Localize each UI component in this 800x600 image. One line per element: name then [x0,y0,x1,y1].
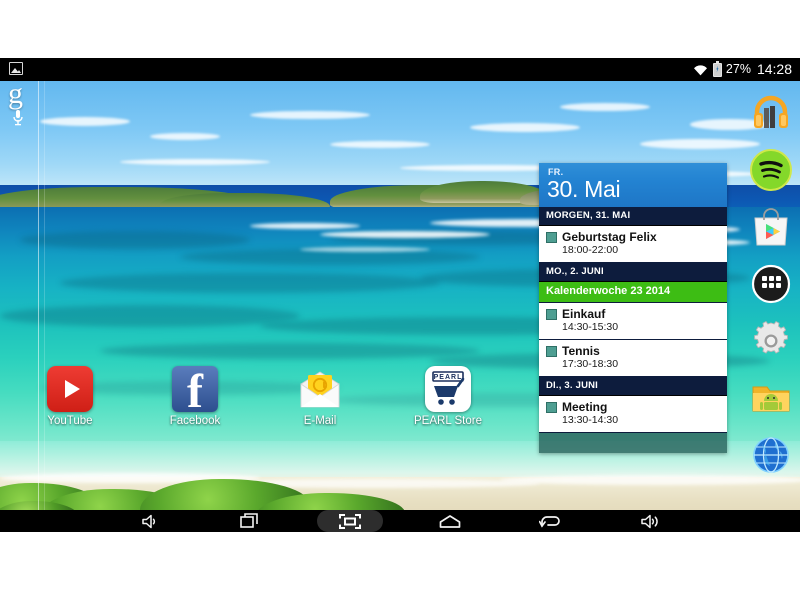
calendar-day-header: MORGEN, 31. MAI [539,207,727,226]
screenshot-icon [339,513,361,529]
sidebar-item-play-store[interactable] [750,206,792,248]
sidebar-item-settings[interactable] [750,320,792,362]
back-arrow-icon [539,516,560,528]
calendar-event[interactable]: Meeting 13:30-14:30 [539,396,727,433]
event-color-swatch [546,232,557,243]
event-time: 18:00-22:00 [562,244,619,256]
spotify-icon [750,149,792,191]
navigation-bar [0,510,800,532]
surf-line [300,247,430,252]
wifi-icon [693,65,707,76]
status-bar-left [9,62,24,76]
nav-back-button[interactable] [517,510,583,532]
app-icon-youtube[interactable]: YouTube [27,366,113,427]
cloud [120,159,270,165]
calendar-week-banner: Kalenderwoche 23 2014 [539,282,727,303]
apps-grid-icon [751,264,791,304]
screenshot-image-icon [9,62,23,75]
sidebar-dock [742,81,800,510]
home-icon [439,514,461,528]
sidebar-item-spotify[interactable] [750,149,792,191]
cloud [470,123,580,132]
cloud [330,141,430,148]
screenshot-page: g YouTube Facebook [0,0,800,600]
pearl-store-icon: PEARL [425,366,471,412]
calendar-event[interactable]: Tennis 17:30-18:30 [539,340,727,377]
google-search-widget[interactable]: g [0,81,38,133]
reef-patch [20,231,250,249]
event-title: Meeting [562,400,608,414]
calendar-event[interactable]: Geburtstag Felix 18:00-22:00 [539,226,727,263]
globe-icon [753,437,789,473]
calendar-header[interactable]: FR. 30. Mai [539,163,727,207]
headphones-icon [754,95,788,128]
event-color-swatch [546,346,557,357]
sidebar-item-file-manager[interactable] [750,377,792,419]
microphone-icon[interactable] [11,109,25,132]
app-icon-pearl-store[interactable]: PEARL PEARL Store [405,366,491,427]
reef-patch [100,343,480,359]
page-edge-left-shadow [44,81,45,510]
calendar-footer-strip [539,433,727,453]
sidebar-item-play-music[interactable] [750,92,792,134]
email-envelope-icon [297,366,343,412]
event-title: Tennis [562,344,600,358]
calendar-day-header: MO., 2. JUNI [539,263,727,282]
nav-volume-down-button[interactable] [117,510,183,532]
event-color-swatch [546,309,557,320]
status-bar-right: 27% 14:28 [692,58,792,81]
app-label: YouTube [47,415,93,427]
facebook-icon [172,366,218,412]
app-icon-email[interactable]: E-Mail [277,366,363,427]
svg-text:PEARL: PEARL [434,374,463,381]
event-color-swatch [546,402,557,413]
google-logo: g [8,81,23,110]
event-time: 13:30-14:30 [562,414,619,426]
nav-volume-up-button[interactable] [617,510,683,532]
sidebar-item-browser[interactable] [750,434,792,476]
volume-down-icon [141,514,155,528]
nav-screenshot-button[interactable] [317,510,383,532]
surf-line [320,231,490,238]
gear-icon [754,321,788,354]
recent-apps-icon [239,513,258,528]
folder-android-icon [752,386,790,412]
battery-charging-icon [712,60,722,77]
event-title: Einkauf [562,307,606,321]
app-icon-facebook[interactable]: Facebook [152,366,238,427]
reef-patch [0,305,300,327]
volume-up-icon [640,514,658,528]
sidebar-item-app-drawer[interactable] [750,263,792,305]
youtube-icon [47,366,93,412]
app-label: Facebook [169,415,221,427]
event-time: 17:30-18:30 [562,358,619,370]
surf-line [250,223,360,229]
cloud [250,111,370,119]
reef-patch [60,273,440,293]
nav-recent-apps-button[interactable] [217,510,283,532]
cloud [560,103,650,111]
event-title: Geburtstag Felix [562,230,657,244]
battery-percent-label: 27% [725,62,751,76]
app-label: E-Mail [303,415,337,427]
status-bar[interactable]: 27% 14:28 [0,58,800,81]
calendar-day-header: DI., 3. JUNI [539,377,727,396]
calendar-event[interactable]: Einkauf 14:30-15:30 [539,303,727,340]
device-screen: g YouTube Facebook [0,58,800,532]
cloud [150,133,220,140]
clock-label: 14:28 [756,61,792,77]
event-time: 14:30-15:30 [562,321,619,333]
nav-home-button[interactable] [417,510,483,532]
calendar-widget[interactable]: FR. 30. Mai MORGEN, 31. MAI Geburtstag F… [539,163,727,453]
play-store-bag-icon [754,208,788,246]
wallpaper: g YouTube Facebook [0,81,800,510]
calendar-date: 30. Mai [547,176,621,202]
app-label: PEARL Store [414,415,482,427]
page-edge-left [38,81,39,510]
cloud [40,117,130,126]
